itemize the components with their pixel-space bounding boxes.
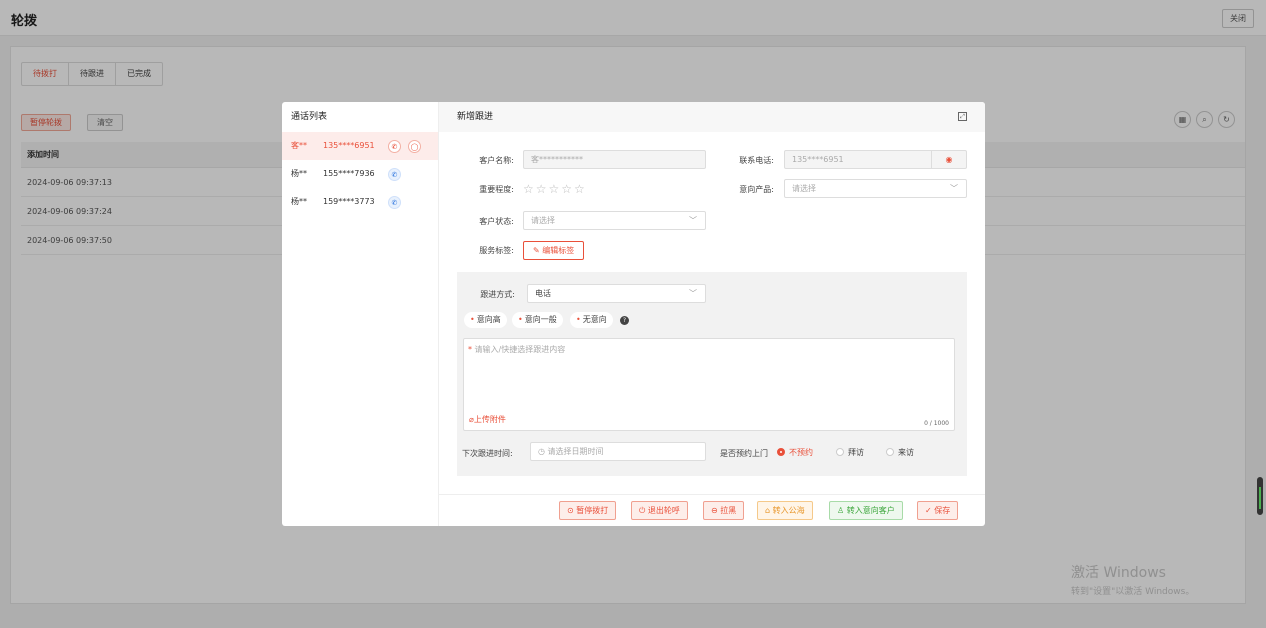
importance-label: 重要程度: xyxy=(479,185,514,194)
footer-divider xyxy=(439,494,985,495)
call-item-phone: 155****7936 xyxy=(323,169,375,178)
method-value: 电话 xyxy=(535,289,551,298)
radio-visit[interactable]: 拜访 xyxy=(836,447,864,458)
chevron-down-icon: ﹀ xyxy=(689,289,697,298)
radio-no-visit[interactable]: 不预约 xyxy=(777,447,813,458)
call-item-name: 杨** xyxy=(291,169,307,178)
phone-label: 联系电话: xyxy=(739,156,774,165)
phone-value: 135****6951 xyxy=(792,155,844,164)
block-icon: ⊖ xyxy=(711,506,721,515)
call-item-name: 杨** xyxy=(291,197,307,206)
followup-section: 跟进方式: 电话 ﹀ • 意向高 • 意向一般 • 无意向 ? * 请输入/快捷选择跟… xyxy=(457,272,967,476)
product-label: 意向产品: xyxy=(739,185,774,194)
radio-come-visit[interactable]: 来访 xyxy=(886,447,914,458)
next-time-label: 下次跟进时间: xyxy=(462,449,513,458)
status-label: 客户状态: xyxy=(479,217,514,226)
intent-normal-pill[interactable]: • 意向一般 xyxy=(512,312,563,328)
importance-stars[interactable]: ☆☆☆☆☆ xyxy=(523,182,587,196)
to-intent-customer-button[interactable]: ♙ 转入意向客户 xyxy=(829,501,903,520)
call-item-phone: 159****3773 xyxy=(323,197,375,206)
product-select[interactable]: 请选择 ﹀ xyxy=(784,179,967,198)
customer-name-label: 客户名称: xyxy=(479,156,514,165)
call-item-name: 客** xyxy=(291,141,307,150)
person-icon[interactable]: ◯ xyxy=(408,140,421,153)
eye-icon[interactable]: ◉ xyxy=(931,150,966,169)
method-label: 跟进方式: xyxy=(480,290,515,299)
char-counter: 0 / 1000 xyxy=(924,420,949,427)
next-time-picker[interactable]: ◷ 请选择日期时间 xyxy=(530,442,706,461)
form-header: 新增跟进 ⤢ xyxy=(439,102,985,132)
to-public-pool-button[interactable]: ⌂ 转入公海 xyxy=(757,501,813,520)
pencil-icon: ✎ xyxy=(533,246,543,255)
customer-name-field: 客*********** xyxy=(523,150,706,169)
upload-attachment-link[interactable]: ⌀上传附件 xyxy=(469,414,506,425)
followup-content-input[interactable]: * 请输入/快捷选择跟进内容 ⌀上传附件 0 / 1000 xyxy=(463,338,955,431)
check-icon: ✓ xyxy=(925,506,935,515)
blacklist-button[interactable]: ⊖ 拉黑 xyxy=(703,501,745,520)
power-icon: ⏻ xyxy=(639,506,648,515)
intent-high-pill[interactable]: • 意向高 xyxy=(464,312,507,328)
call-list-item[interactable]: 杨** 155****7936 ✆ xyxy=(282,160,438,188)
phone-icon[interactable]: ✆ xyxy=(388,196,401,209)
visit-label: 是否预约上门 xyxy=(720,449,768,458)
pause-icon: ⊙ xyxy=(567,506,577,515)
edit-tags-label: 编辑标签 xyxy=(542,246,575,255)
scrollbar-thumb[interactable] xyxy=(1257,477,1263,515)
phone-icon[interactable]: ✆ xyxy=(388,168,401,181)
call-list-panel: 通话列表 客** 135****6951 ✆ ◯ 杨** 155****7936… xyxy=(282,102,439,526)
call-list-item[interactable]: 客** 135****6951 ✆ ◯ xyxy=(282,132,438,160)
tags-label: 服务标签: xyxy=(479,246,514,255)
call-list-title: 通话列表 xyxy=(291,112,328,122)
status-placeholder: 请选择 xyxy=(531,216,555,225)
followup-modal: 通话列表 客** 135****6951 ✆ ◯ 杨** 155****7936… xyxy=(282,102,985,526)
next-time-placeholder: 请选择日期时间 xyxy=(547,447,604,456)
intent-none-pill[interactable]: • 无意向 xyxy=(570,312,613,328)
clock-icon: ◷ xyxy=(538,447,548,456)
call-list-item[interactable]: 杨** 159****3773 ✆ xyxy=(282,188,438,216)
save-button[interactable]: ✓ 保存 xyxy=(917,501,959,520)
phone-icon[interactable]: ✆ xyxy=(388,140,401,153)
exit-rotation-button[interactable]: ⏻ 退出轮呼 xyxy=(631,501,688,520)
phone-field: 135****6951 ◉ xyxy=(784,150,967,169)
home-icon: ⌂ xyxy=(765,506,773,515)
user-icon: ♙ xyxy=(837,506,847,515)
followup-form: 新增跟进 ⤢ 客户名称: 客*********** 联系电话: 135****6… xyxy=(439,102,985,526)
call-item-phone: 135****6951 xyxy=(323,141,375,150)
help-icon[interactable]: ? xyxy=(620,316,629,325)
followup-placeholder: * 请输入/快捷选择跟进内容 xyxy=(468,345,566,354)
chevron-down-icon: ﹀ xyxy=(950,184,958,193)
method-select[interactable]: 电话 ﹀ xyxy=(527,284,706,303)
chevron-down-icon: ﹀ xyxy=(689,216,697,225)
edit-tags-button[interactable]: ✎ 编辑标签 xyxy=(523,241,585,260)
form-title: 新增跟进 xyxy=(457,112,494,122)
status-select[interactable]: 请选择 ﹀ xyxy=(523,211,706,230)
expand-icon[interactable]: ⤢ xyxy=(958,112,967,121)
pause-dial-button[interactable]: ⊙ 暂停拨打 xyxy=(559,501,617,520)
product-placeholder: 请选择 xyxy=(792,184,816,193)
